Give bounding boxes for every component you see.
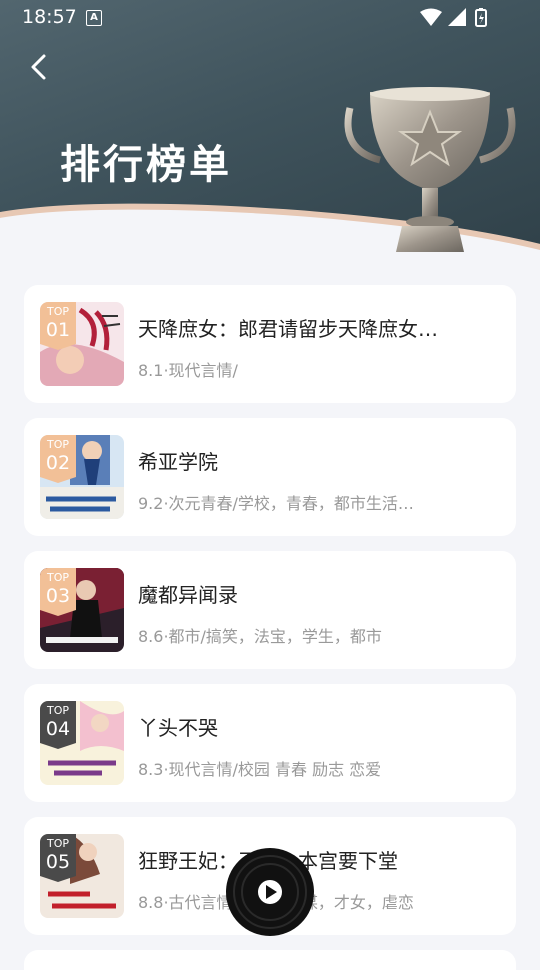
book-meta: 8.1·现代言情/ (138, 361, 238, 380)
book-meta: 8.6·都市/搞笑，法宝，学生，都市 (138, 627, 382, 646)
book-cover: TOP 05 (40, 834, 124, 918)
signal-icon (448, 8, 466, 26)
book-card[interactable]: TOP 01 天降庶女：郎君请留步天降庶女… 8.1·现代言情/ (24, 285, 516, 403)
notification-a-icon: A (86, 10, 102, 26)
book-card-partial[interactable] (24, 950, 516, 970)
rank-number: 04 (45, 718, 71, 740)
book-meta: 8.3·现代言情/校园 青春 励志 恋爱 (138, 760, 382, 779)
book-cover: TOP 02 (40, 435, 124, 519)
rank-number: 01 (45, 319, 71, 341)
book-card[interactable]: TOP 02 希亚学院 9.2·次元青春/学校，青春，都市生活… (24, 418, 516, 536)
rank-number: 05 (45, 851, 71, 873)
rank-number: 03 (45, 585, 71, 607)
book-title: 魔都异闻录 (138, 583, 238, 607)
chevron-left-icon (31, 54, 46, 80)
book-meta: 9.2·次元青春/学校，青春，都市生活… (138, 494, 414, 513)
back-button[interactable] (22, 50, 56, 84)
book-cover: TOP 04 (40, 701, 124, 785)
book-cover: TOP 03 (40, 568, 124, 652)
book-title: 丫头不哭 (138, 716, 218, 740)
status-time: 18:57 (22, 6, 77, 28)
book-card[interactable]: TOP 04 丫头不哭 8.3·现代言情/校园 青春 励志 恋爱 (24, 684, 516, 802)
rank-badge: TOP 01 (40, 302, 76, 350)
wifi-icon (420, 8, 442, 26)
header: 18:57 A 排行榜单 (0, 0, 540, 270)
rank-badge: TOP 03 (40, 568, 76, 616)
floating-player-button[interactable] (226, 848, 314, 936)
rank-top-label: TOP (46, 704, 69, 717)
book-title: 天降庶女：郎君请留步天降庶女… (138, 317, 438, 341)
rank-number: 02 (45, 452, 71, 474)
rank-top-label: TOP (46, 571, 69, 584)
page-title: 排行榜单 (60, 142, 232, 188)
rank-badge: TOP 05 (40, 834, 76, 882)
trophy-icon (344, 87, 516, 252)
rank-top-label: TOP (46, 305, 69, 318)
book-cover: TOP 01 (40, 302, 124, 386)
rank-badge: TOP 04 (40, 701, 76, 749)
status-icons (420, 8, 487, 27)
book-title: 希亚学院 (138, 450, 218, 474)
rank-top-label: TOP (46, 837, 69, 850)
rank-badge: TOP 02 (40, 435, 76, 483)
book-card[interactable]: TOP 03 魔都异闻录 8.6·都市/搞笑，法宝，学生，都市 (24, 551, 516, 669)
rank-top-label: TOP (46, 438, 69, 451)
status-bar: 18:57 A (0, 0, 540, 34)
